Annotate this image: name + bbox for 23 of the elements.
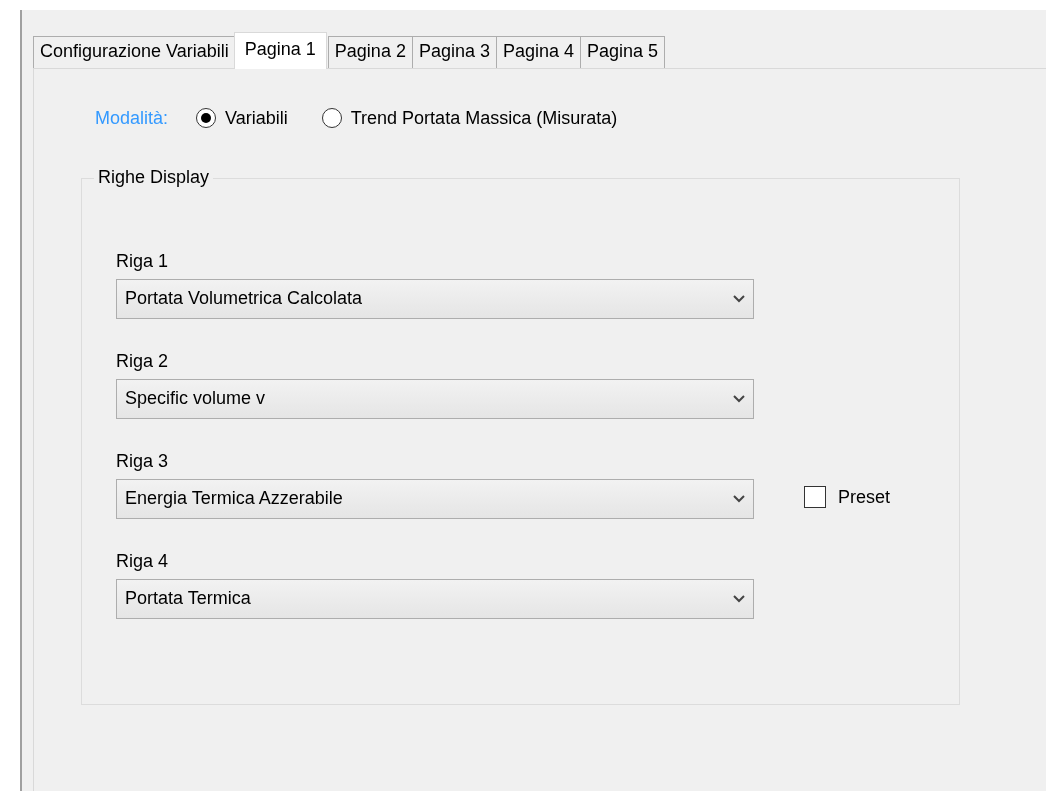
tab[interactable]: Pagina 2 (327, 36, 413, 68)
checkbox[interactable]: Preset (804, 483, 891, 511)
chevron-down-icon (733, 294, 745, 303)
tab[interactable]: Pagina 1 (233, 32, 327, 69)
mode-label: Modalità: (95, 106, 169, 130)
tab[interactable]: Configurazione Variabili (33, 36, 236, 68)
radio-icon[interactable] (196, 108, 217, 129)
row-label: Riga 3 (116, 451, 170, 473)
chevron-down-icon (733, 494, 745, 503)
row-label: Riga 1 (116, 251, 170, 273)
radio-icon[interactable] (321, 108, 342, 129)
dropdown[interactable]: Portata Termica (116, 578, 754, 619)
tab[interactable]: Pagina 5 (580, 36, 666, 68)
radio-option[interactable]: Variabili (196, 104, 288, 132)
row-label: Riga 4 (116, 551, 170, 573)
dropdown[interactable]: Specific volume v (116, 378, 754, 419)
chevron-down-icon (733, 594, 745, 603)
chevron-down-icon (733, 394, 745, 403)
radio-option[interactable]: Trend Portata Massica (Misurata) (321, 104, 618, 132)
checkbox-icon[interactable] (804, 486, 826, 509)
dropdown[interactable]: Portata Volumetrica Calcolata (116, 278, 754, 319)
row-label: Riga 2 (116, 351, 170, 373)
dropdown[interactable]: Energia Termica Azzerabile (116, 478, 754, 519)
